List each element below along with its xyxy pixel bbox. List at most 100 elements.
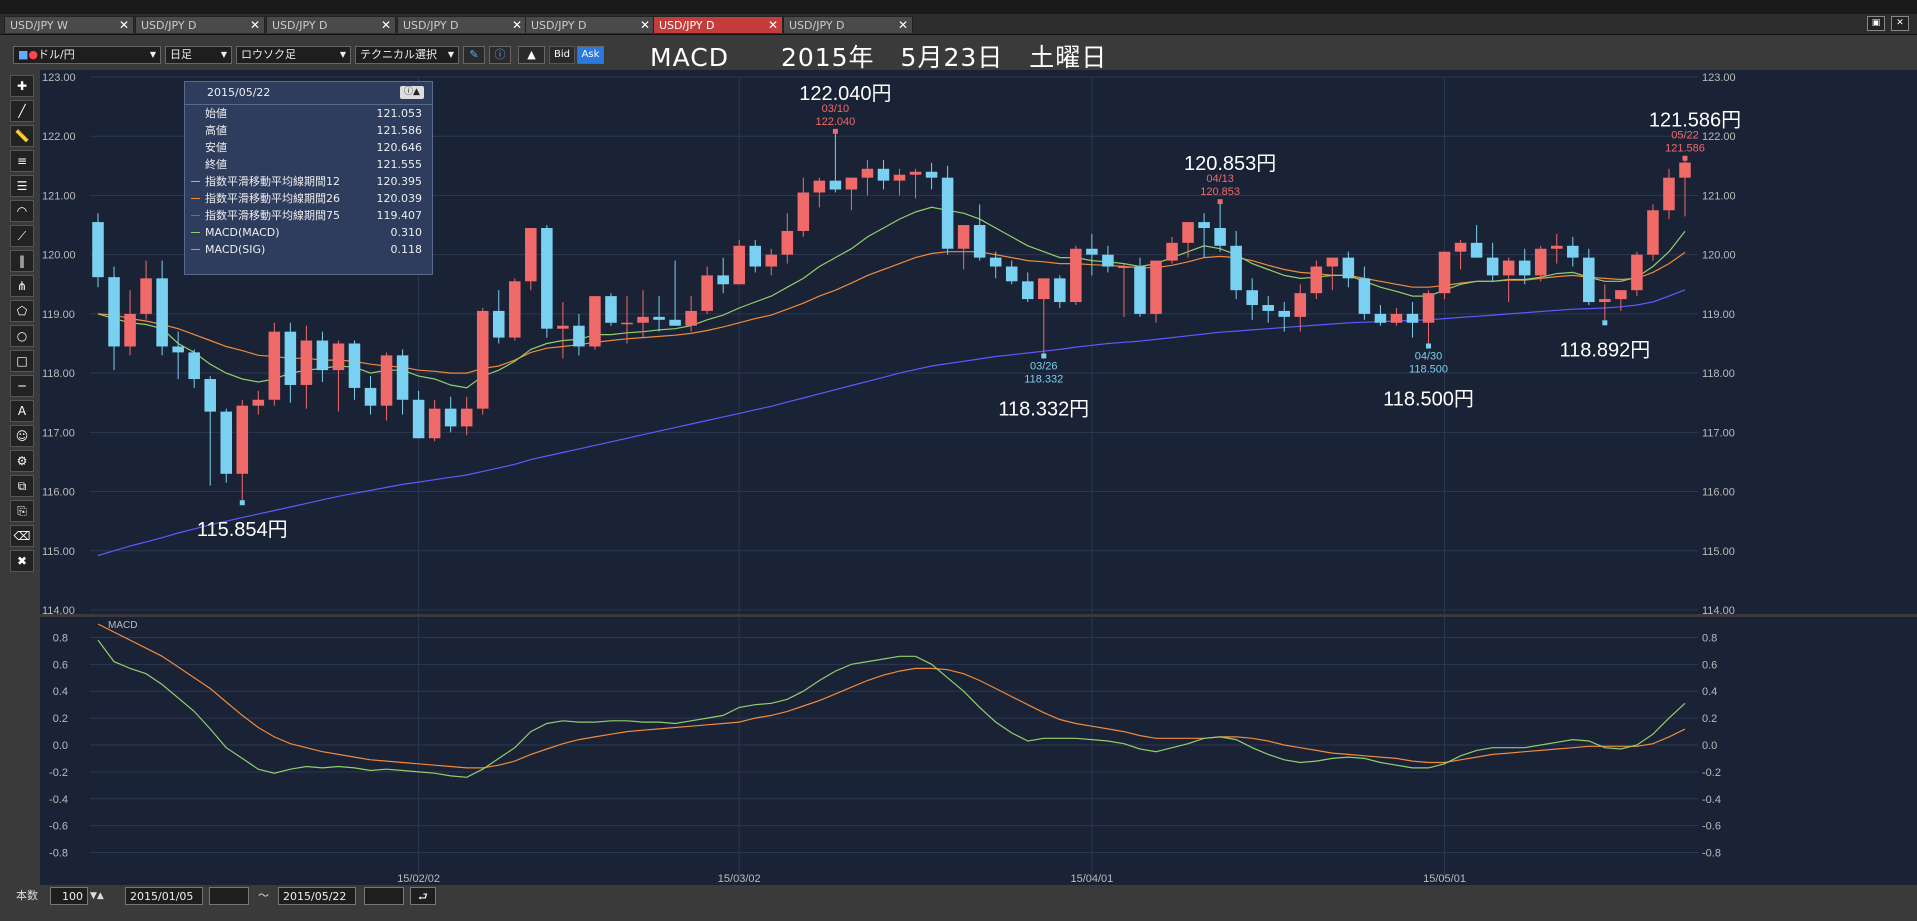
candle-body <box>1134 266 1146 314</box>
ruler-icon[interactable]: 📏 <box>10 125 34 147</box>
to-time-field[interactable] <box>364 887 404 905</box>
crosshair-icon[interactable]: ✚ <box>10 75 34 97</box>
candle-body <box>1470 242 1483 258</box>
tab-6[interactable]: USD/JPY D ✕ <box>783 16 913 33</box>
pentagon-icon[interactable]: ⬠ <box>10 300 34 322</box>
macd-tick-label-right: 0.0 <box>1702 740 1717 752</box>
candle-body <box>1021 281 1034 300</box>
fibonacci-icon[interactable]: ☰ <box>10 175 34 197</box>
y-tick-label-left: 122.00 <box>42 131 76 143</box>
candle-body <box>1038 278 1050 300</box>
tilde: 〜 <box>258 889 269 902</box>
close-icon[interactable]: ✕ <box>381 17 391 34</box>
y-tick-label-left: 120.00 <box>42 250 76 262</box>
vertical-lines-icon[interactable]: ‖ <box>10 250 34 272</box>
chevron-down-icon: ▼ <box>339 50 346 59</box>
ask-button[interactable]: Ask <box>577 46 604 64</box>
maximize-icon[interactable]: ▣ <box>1867 16 1885 31</box>
tab-1[interactable]: USD/JPY D ✕ <box>135 16 265 33</box>
candle-body <box>156 278 168 347</box>
y-tick-label-right: 121.00 <box>1702 190 1736 202</box>
pitchfork-icon[interactable]: ⋔ <box>10 275 34 297</box>
close-icon[interactable]: ✕ <box>250 17 260 34</box>
candle-body <box>829 180 842 190</box>
pencil-button[interactable]: ✎ <box>463 46 485 64</box>
rectangle-icon[interactable]: □ <box>10 350 34 372</box>
tab-5[interactable]: USD/JPY D ✕ <box>653 16 783 33</box>
candle-body <box>861 168 874 178</box>
x-tick-label: 15/03/02 <box>718 873 761 885</box>
candle-body <box>1310 266 1323 294</box>
chart-style-select[interactable]: ロウソク足 ▼ <box>236 46 351 64</box>
count-select[interactable]: 100 <box>50 887 88 905</box>
copy-icon[interactable]: ⧉ <box>10 475 34 497</box>
tab-3[interactable]: USD/JPY D ✕ <box>397 16 527 33</box>
close-icon[interactable]: ✕ <box>119 17 129 34</box>
close-icon[interactable]: ✕ <box>768 17 778 34</box>
legend-swatch <box>191 249 200 250</box>
close-icon[interactable]: ✕ <box>512 17 522 34</box>
macd-tick-label-right: -0.2 <box>1702 767 1721 779</box>
candle-body <box>1358 278 1371 314</box>
count-arrows-icon[interactable]: ▼▲ <box>90 887 104 905</box>
candle-body <box>364 387 377 406</box>
y-tick-label-left: 115.00 <box>42 546 75 558</box>
fan-icon[interactable]: ⟋ <box>10 225 34 247</box>
candle-body <box>172 346 184 353</box>
eraser-all-icon[interactable]: ✖ <box>10 550 34 572</box>
close-icon[interactable]: ✕ <box>898 17 908 34</box>
trendline-icon[interactable]: ╱ <box>10 100 34 122</box>
tab-4[interactable]: USD/JPY D ✕ <box>525 16 655 33</box>
y-tick-label-left: 114.00 <box>42 605 75 617</box>
technical-select[interactable]: テクニカル選択 ▼ <box>355 46 459 64</box>
stamp-icon[interactable]: ☺ <box>10 425 34 447</box>
info-collapse-icon[interactable]: ⓘ▲ <box>400 86 424 99</box>
tab-2[interactable]: USD/JPY D ✕ <box>266 16 396 33</box>
line-icon[interactable]: ─ <box>10 375 34 397</box>
candle-body <box>444 408 457 427</box>
candle-body <box>541 228 553 329</box>
eraser-icon[interactable]: ⌫ <box>10 525 34 547</box>
circle-icon[interactable]: ○ <box>10 325 34 347</box>
candle-body <box>1679 162 1691 178</box>
tab-bar: USD/JPY W ✕ USD/JPY D ✕ USD/JPY D ✕ USD/JPY… <box>0 14 1917 35</box>
paste-icon[interactable]: ⎘ <box>10 500 34 522</box>
to-date-field[interactable]: 2015/05/22 <box>278 887 356 905</box>
candle-body <box>573 325 585 347</box>
bid-button[interactable]: Bid <box>549 46 575 64</box>
close-window-icon[interactable]: ✕ <box>1891 16 1909 31</box>
jp-flag-icon: ● <box>28 48 39 61</box>
candle-body <box>525 228 537 282</box>
candle-body <box>733 245 745 285</box>
fib-arc-icon[interactable]: ◠ <box>10 200 34 222</box>
macd-tick-label-left: -0.8 <box>49 848 68 860</box>
horizontal-lines-icon[interactable]: ≡ <box>10 150 34 172</box>
candle-body <box>412 399 425 439</box>
mountain-chart-button[interactable]: ▲ <box>518 46 545 64</box>
info-button[interactable]: ⓘ <box>489 46 511 64</box>
from-time-field[interactable] <box>209 887 249 905</box>
apply-button[interactable]: ⮐ <box>410 887 436 905</box>
chart-style-label: ロウソク足 <box>241 48 296 61</box>
chevron-down-icon: ▼ <box>447 50 454 59</box>
candle-body <box>1599 299 1611 303</box>
technical-select-label: テクニカル選択 <box>360 48 437 61</box>
tab-0[interactable]: USD/JPY W ✕ <box>4 16 134 33</box>
settings-icon[interactable]: ⚙ <box>10 450 34 472</box>
currency-pair-select[interactable]: ■●ドル/円 ▼ <box>13 46 161 64</box>
from-date-field[interactable]: 2015/01/05 <box>125 887 203 905</box>
candle-body <box>124 313 136 347</box>
extreme-value-label: 120.853 <box>1200 186 1240 198</box>
drawing-tools: ✚ ╱ 📏 ≡ ☰ ◠ ⟋ ‖ ⋔ ⬠ ○ □ ─ A ☺ ⚙ ⧉ ⎘ ⌫ ✖ <box>10 75 36 575</box>
timeframe-label: 日足 <box>170 48 192 61</box>
to-date-value: 2015/05/22 <box>283 890 347 903</box>
close-icon[interactable]: ✕ <box>640 17 650 34</box>
macd-tick-label-left: -0.4 <box>49 794 68 806</box>
timeframe-select[interactable]: 日足 ▼ <box>165 46 232 64</box>
info-row-value: 119.407 <box>376 209 423 222</box>
legend-swatch <box>191 181 200 182</box>
text-icon[interactable]: A <box>10 400 34 422</box>
info-row-label: 指数平滑移動平均線期間75 <box>205 209 340 222</box>
candle-body <box>1438 251 1451 294</box>
chart-title: MACD 2015年 5月23日 土曜日 <box>650 43 1108 72</box>
